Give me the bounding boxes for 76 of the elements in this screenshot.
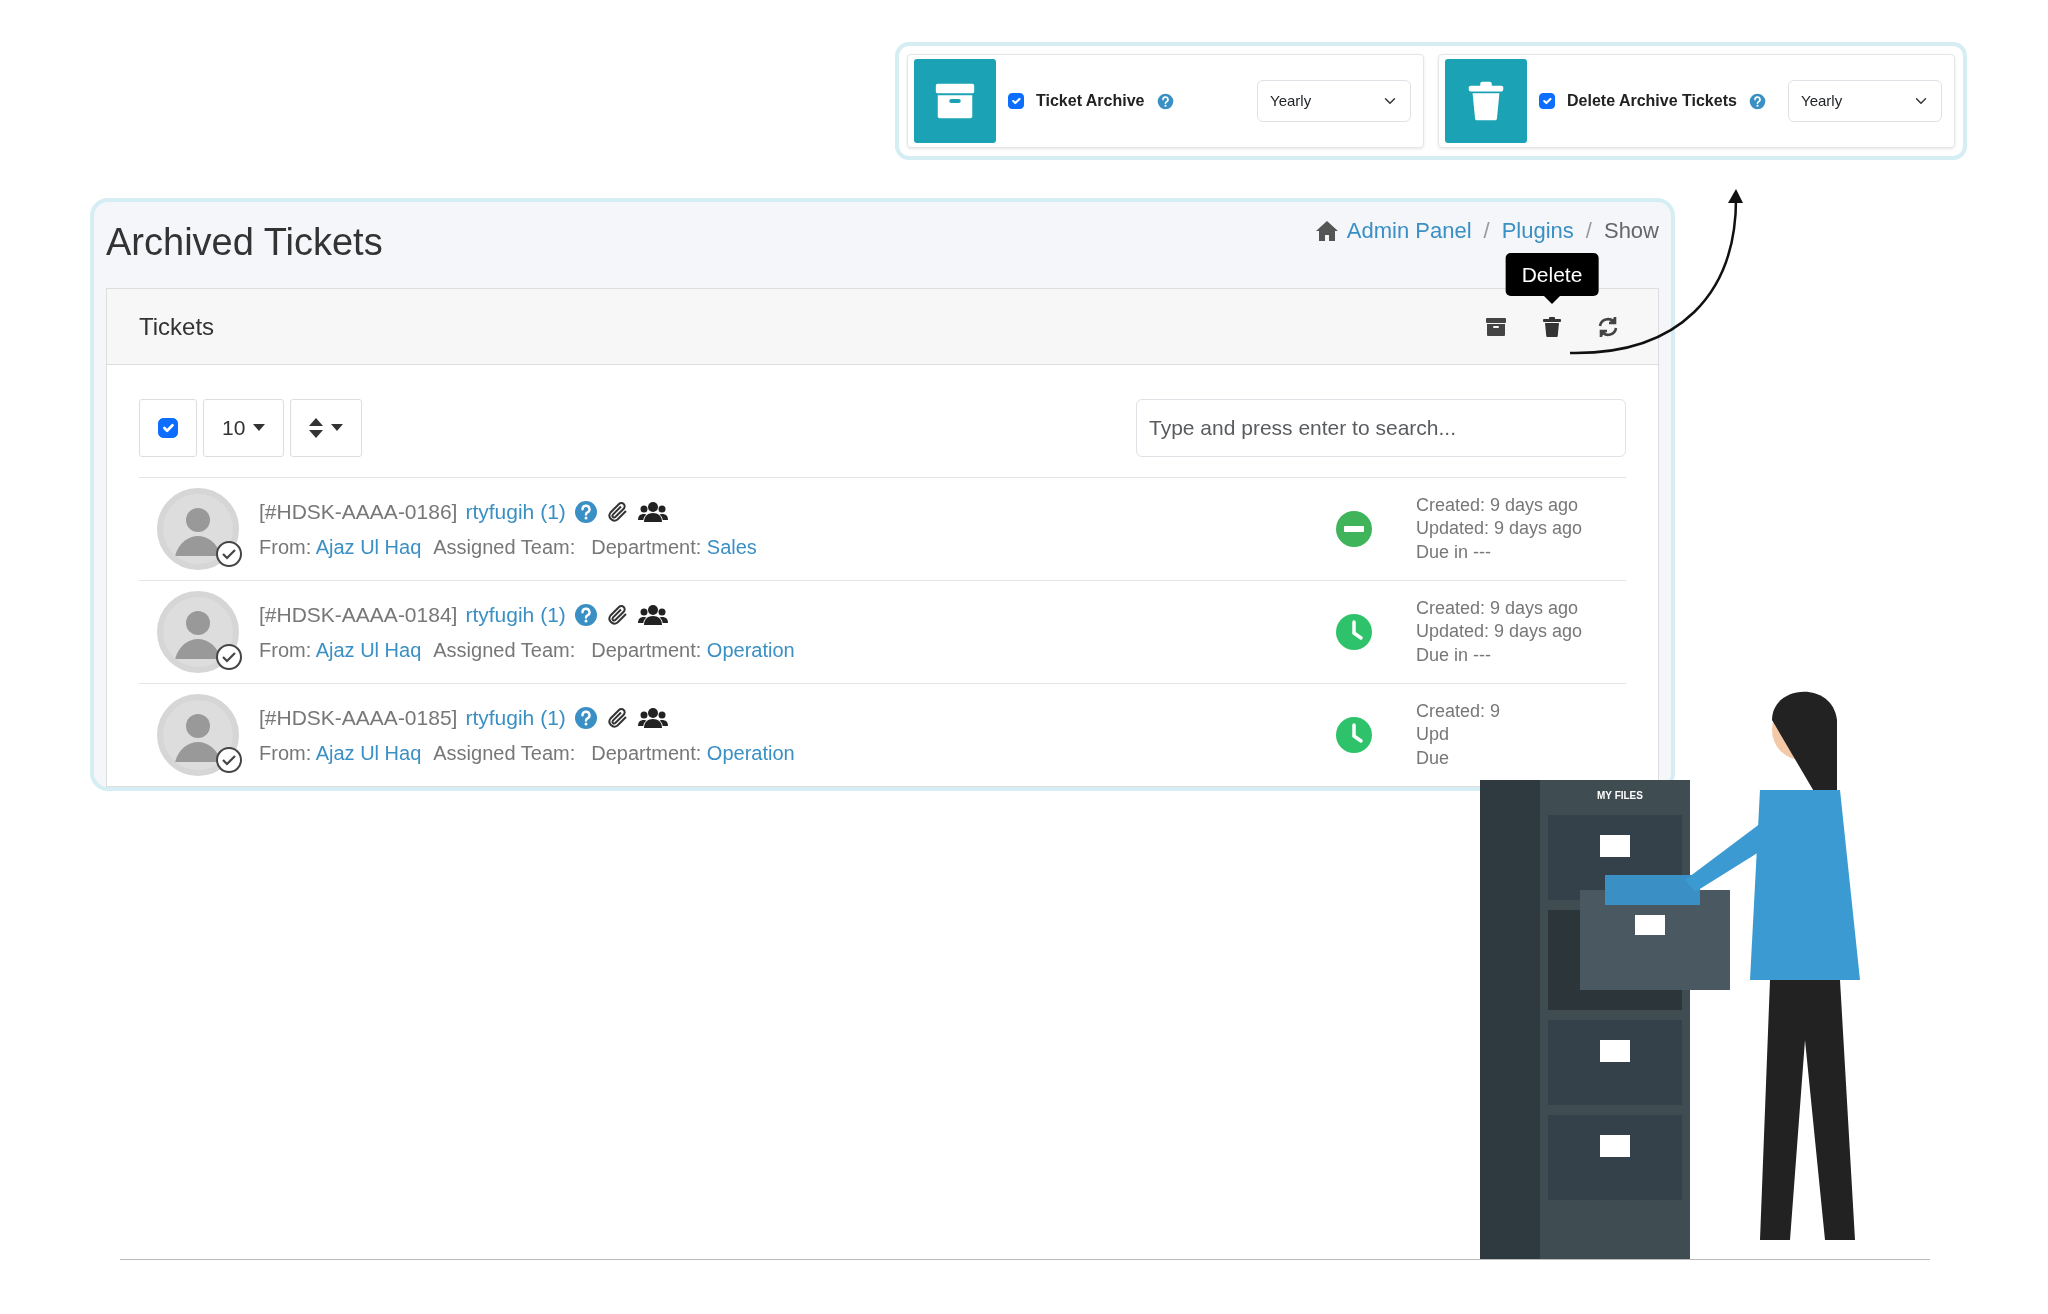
check-circle-icon [215, 746, 243, 774]
tooltip-pointer-icon [1544, 296, 1560, 305]
help-icon[interactable] [573, 500, 598, 524]
paperclip-icon [605, 706, 630, 730]
page-title: Archived Tickets [106, 220, 383, 265]
help-icon[interactable] [1156, 92, 1174, 110]
sender-link[interactable]: Ajaz Ul Haq [315, 535, 422, 558]
archive-icon [914, 59, 996, 143]
ticket-date-text: Due [1416, 746, 1451, 770]
ticket-date-text: Created: 9 [1416, 700, 1502, 724]
sort-dropdown[interactable] [290, 399, 363, 457]
department-label: Department: [591, 741, 702, 764]
check-circle-icon [215, 540, 243, 568]
ticket-date-text: Upd [1416, 723, 1451, 747]
ticket-date-text: Updated: 9 days ago [1416, 620, 1584, 644]
help-icon[interactable] [573, 706, 598, 730]
from-label: From: [259, 638, 312, 661]
home-icon[interactable] [1314, 219, 1339, 242]
paperclip-icon [605, 500, 630, 524]
breadcrumb-separator: / [1483, 217, 1490, 245]
department-link[interactable]: Operation [706, 638, 795, 661]
users-icon [637, 501, 668, 523]
ticket-subject-link[interactable]: rtyfugih (1) [465, 702, 566, 734]
department-label: Department: [591, 638, 702, 661]
trash-icon [1540, 314, 1564, 339]
card-title: Tickets [139, 311, 215, 342]
users-icon [637, 604, 668, 626]
help-icon[interactable] [573, 603, 598, 627]
trash-icon [1445, 59, 1527, 143]
ticket-date-text: Created: 9 days ago [1416, 494, 1580, 518]
tooltip: Delete [1505, 252, 1599, 297]
team-label: Assigned Team: [433, 534, 576, 560]
cabinet-label: MY FILES [1596, 789, 1644, 803]
breadcrumb-link[interactable]: Admin Panel [1346, 214, 1472, 247]
department-link[interactable]: Operation [706, 741, 795, 764]
checkbox-button[interactable] [139, 399, 197, 457]
sender-link[interactable]: Ajaz Ul Haq [315, 638, 422, 661]
caret-icon [253, 424, 266, 432]
ticket-date-text: Updated: 9 days ago [1416, 517, 1584, 541]
sender-link[interactable]: Ajaz Ul Haq [315, 741, 422, 764]
department-label: Department: [591, 535, 702, 558]
frequency-select[interactable]: Yearly [1257, 80, 1411, 122]
minus-circle-icon [1336, 511, 1372, 547]
checkbox[interactable] [1008, 93, 1024, 109]
refresh-icon [1596, 314, 1620, 339]
select-all-checkbox[interactable] [158, 418, 178, 438]
department-link[interactable]: Sales [706, 535, 757, 558]
paperclip-icon [605, 603, 630, 627]
team-label: Assigned Team: [433, 740, 576, 766]
sort-icon [309, 418, 324, 438]
ticket-id: [#HDSK-AAAA-0184] [259, 602, 458, 629]
frequency-select[interactable]: Yearly [1788, 80, 1942, 122]
page-size-dropdown[interactable]: 10 [203, 399, 285, 457]
clock-icon [1336, 717, 1372, 753]
from-label: From: [259, 535, 312, 558]
breadcrumb-separator: / [1585, 217, 1592, 245]
help-icon[interactable] [1748, 92, 1766, 110]
ticket-date-text: Due in --- [1416, 540, 1492, 564]
clock-icon [1336, 614, 1372, 650]
ticket-date-text: Created: 9 days ago [1416, 597, 1580, 621]
breadcrumb-current: Show [1603, 217, 1659, 245]
search-field[interactable]: Type and press enter to search... [1136, 399, 1626, 457]
check-circle-icon [215, 643, 243, 671]
ticket-subject-link[interactable]: rtyfugih (1) [465, 599, 566, 631]
setting-label: Delete Archive Tickets [1567, 91, 1737, 111]
ticket-date-text: Due in --- [1416, 643, 1492, 667]
ticket-id: [#HDSK-AAAA-0185] [259, 705, 458, 732]
checkbox[interactable] [1539, 93, 1555, 109]
users-icon [637, 707, 668, 729]
from-label: From: [259, 741, 312, 764]
caret-icon [331, 424, 344, 432]
setting-label: Ticket Archive [1036, 91, 1145, 111]
team-label: Assigned Team: [433, 637, 576, 663]
ticket-id: [#HDSK-AAAA-0186] [259, 499, 458, 526]
breadcrumb-link[interactable]: Plugins [1501, 214, 1574, 247]
ticket-subject-link[interactable]: rtyfugih (1) [465, 496, 566, 528]
